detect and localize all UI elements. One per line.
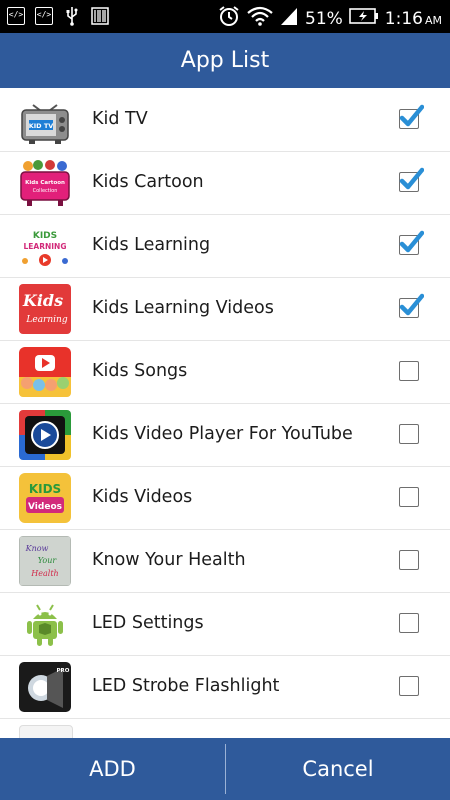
kids-cartoon-icon-text: Collection <box>33 188 58 194</box>
kids-learning-icon-text: LEARNING <box>24 242 67 251</box>
kids-cartoon-icon-text: Kids Cartoon <box>25 180 65 186</box>
list-item[interactable]: Kids Songs <box>0 340 450 404</box>
app-list[interactable]: KID TV Kid TV Kids Cartoon Collection Ki… <box>0 88 450 738</box>
list-item[interactable]: PRO LED Strobe Flashlight <box>0 655 450 719</box>
signal-icon <box>279 6 299 31</box>
kids-learning-videos-icon: Kids Learning <box>19 284 71 334</box>
kids-learning-icon: KIDS LEARNING <box>19 221 71 271</box>
cancel-button[interactable]: Cancel <box>226 738 450 800</box>
list-item[interactable]: LED Settings <box>0 592 450 656</box>
checkmark-icon <box>399 230 424 253</box>
app-name: Kids Learning Videos <box>92 298 274 318</box>
action-bar: ADD Cancel <box>0 738 450 800</box>
battery-percent: 51% <box>305 8 343 29</box>
know-your-health-icon: Know Your Health <box>19 536 71 586</box>
code-icon: </> <box>34 6 54 26</box>
checkbox[interactable] <box>399 487 419 507</box>
app-name: Kids Videos <box>92 487 193 507</box>
barcode-icon <box>90 6 110 26</box>
list-item[interactable]: Kids Video Player For YouTube <box>0 403 450 467</box>
flashlight-icon-text: PRO <box>57 668 70 674</box>
app-name: Kids Songs <box>92 361 188 381</box>
kid-tv-icon: KID TV <box>19 95 71 145</box>
flashlight-icon: PRO <box>19 662 71 712</box>
kids-videos-icon: KIDS Videos <box>19 473 71 523</box>
app-name: Know Your Health <box>92 550 246 570</box>
usb-icon <box>62 6 82 26</box>
list-item[interactable] <box>0 718 450 738</box>
app-name: Kid TV <box>92 109 148 129</box>
app-name: LED Settings <box>92 613 204 633</box>
klv-icon-text: Kids <box>22 291 63 310</box>
checkbox[interactable] <box>399 550 419 570</box>
kyh-icon-text: Health <box>30 569 58 578</box>
page-title: App List <box>180 48 270 73</box>
klv-icon-text: Learning <box>25 315 67 325</box>
kyh-icon-text: Your <box>38 556 58 565</box>
checkbox[interactable] <box>399 167 424 192</box>
kyh-icon-text: Know <box>25 544 49 553</box>
title-bar: App List <box>0 33 450 88</box>
kids-video-player-icon <box>19 410 71 460</box>
list-item[interactable]: Know Your Health Know Your Health <box>0 529 450 593</box>
status-bar: </> </> 51% 1:16 AM <box>0 0 450 33</box>
kids-videos-icon-text: KIDS <box>29 482 61 496</box>
checkbox[interactable] <box>399 676 419 696</box>
list-item[interactable]: Kids Learning Kids Learning Videos <box>0 277 450 341</box>
wifi-icon <box>247 6 273 31</box>
checkbox[interactable] <box>399 104 424 129</box>
checkmark-icon <box>399 167 424 190</box>
battery-charging-icon <box>348 7 379 30</box>
checkbox[interactable] <box>399 361 419 381</box>
kid-tv-icon-text: KID TV <box>29 122 54 130</box>
checkbox[interactable] <box>399 424 419 444</box>
clock-time: 1:16 <box>384 8 423 29</box>
app-name: Kids Video Player For YouTube <box>92 424 353 444</box>
app-name: LED Strobe Flashlight <box>92 676 280 696</box>
checkbox[interactable] <box>399 293 424 318</box>
checkbox[interactable] <box>399 613 419 633</box>
app-name: Kids Learning <box>92 235 211 255</box>
alarm-icon <box>217 4 241 33</box>
checkmark-icon <box>399 104 424 127</box>
clock-ampm: AM <box>424 13 442 27</box>
kids-songs-icon <box>19 347 71 397</box>
list-item[interactable]: Kids Cartoon Collection Kids Cartoon <box>0 151 450 215</box>
kids-learning-icon-text: KIDS <box>33 231 57 241</box>
app-name: Kids Cartoon <box>92 172 204 192</box>
android-icon <box>19 599 71 649</box>
list-item[interactable]: KIDS Videos Kids Videos <box>0 466 450 530</box>
list-item[interactable]: KID TV Kid TV <box>0 88 450 152</box>
app-icon-partial <box>19 725 73 738</box>
code-icon: </> <box>6 6 26 26</box>
list-item[interactable]: KIDS LEARNING Kids Learning <box>0 214 450 278</box>
kids-videos-icon-text: Videos <box>28 502 62 512</box>
add-button[interactable]: ADD <box>0 738 225 800</box>
kids-cartoon-icon: Kids Cartoon Collection <box>19 158 71 208</box>
checkbox[interactable] <box>399 230 424 255</box>
checkmark-icon <box>399 293 424 316</box>
